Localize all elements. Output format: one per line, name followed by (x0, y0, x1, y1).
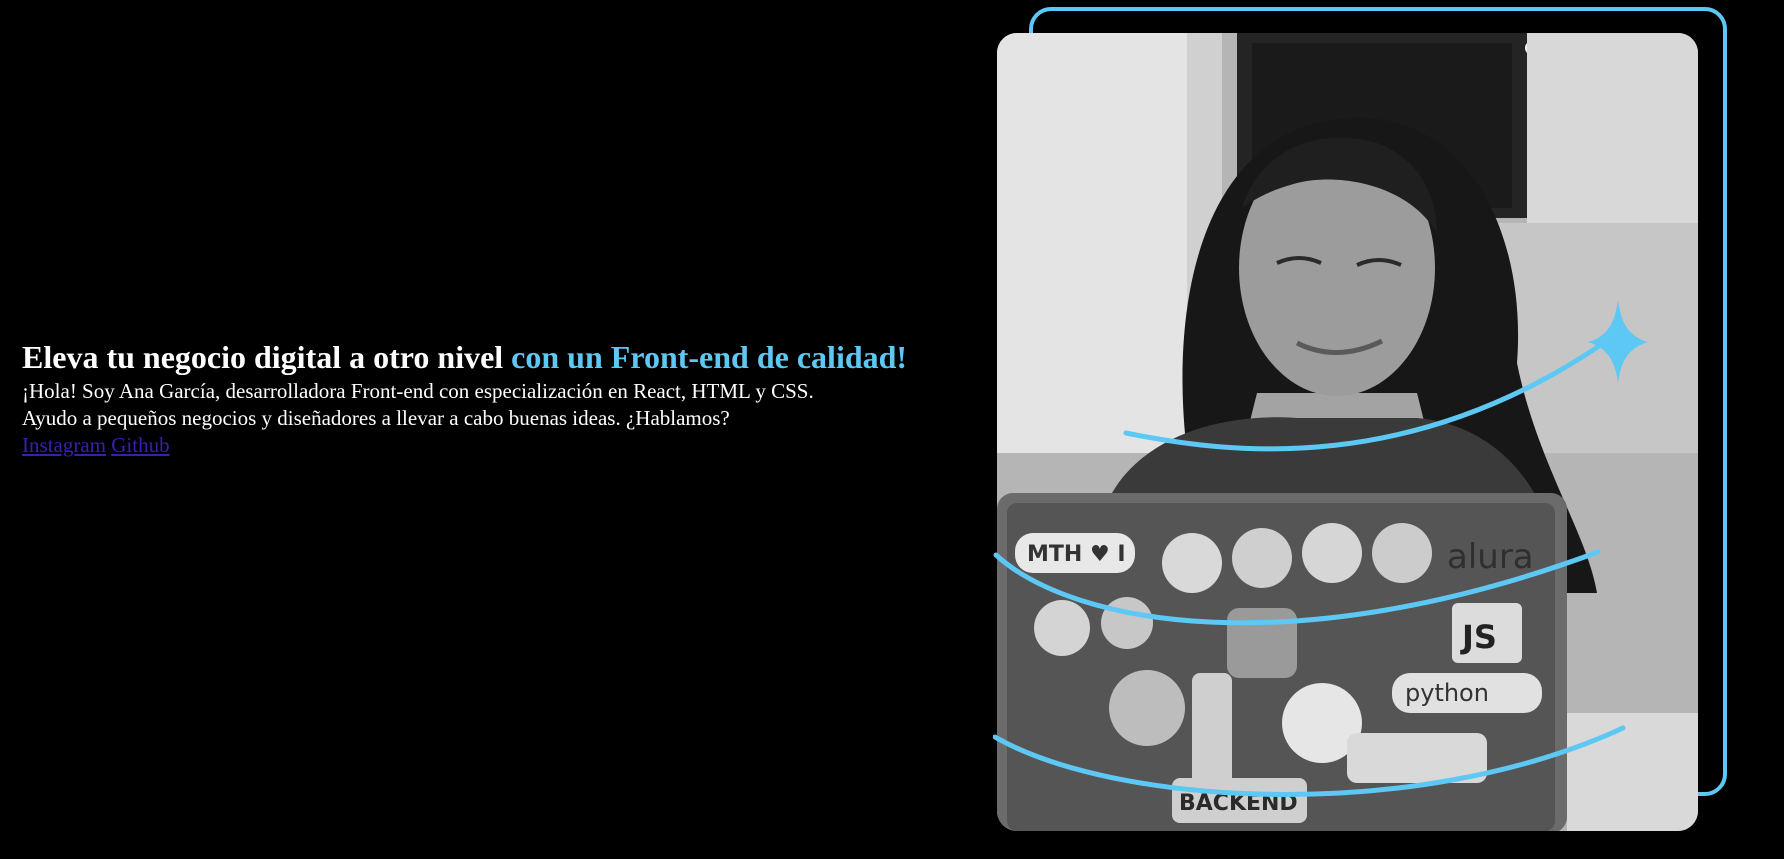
presentation-content: Eleva tu negocio digital a otro nivel co… (22, 336, 982, 459)
intro-text: ¡Hola! Soy Ana García, desarrolladora Fr… (22, 379, 814, 430)
instagram-link[interactable]: Instagram (22, 433, 106, 457)
profile-photo: MTH ♥ I alura JS python BACKEND (997, 33, 1698, 831)
presentation-section: Eleva tu negocio digital a otro nivel co… (0, 0, 1784, 859)
github-link[interactable]: Github (111, 433, 169, 457)
sticker-text: python (1405, 679, 1489, 707)
headline-accent: con un Front-end de calidad! (511, 339, 908, 375)
sticker-text: BACKEND (1179, 791, 1298, 816)
social-links: Instagram Github (22, 432, 982, 459)
sticker-text: JS (1460, 618, 1497, 656)
hero-image-area: MTH ♥ I alura JS python BACKEND (993, 5, 1728, 834)
headline: Eleva tu negocio digital a otro nivel co… (22, 336, 982, 378)
sticker-text: alura (1447, 537, 1534, 577)
sticker-text: MTH ♥ I (1027, 542, 1126, 567)
photo-illustration: MTH ♥ I alura JS python BACKEND (997, 33, 1698, 831)
headline-main: Eleva tu negocio digital a otro nivel (22, 339, 504, 375)
